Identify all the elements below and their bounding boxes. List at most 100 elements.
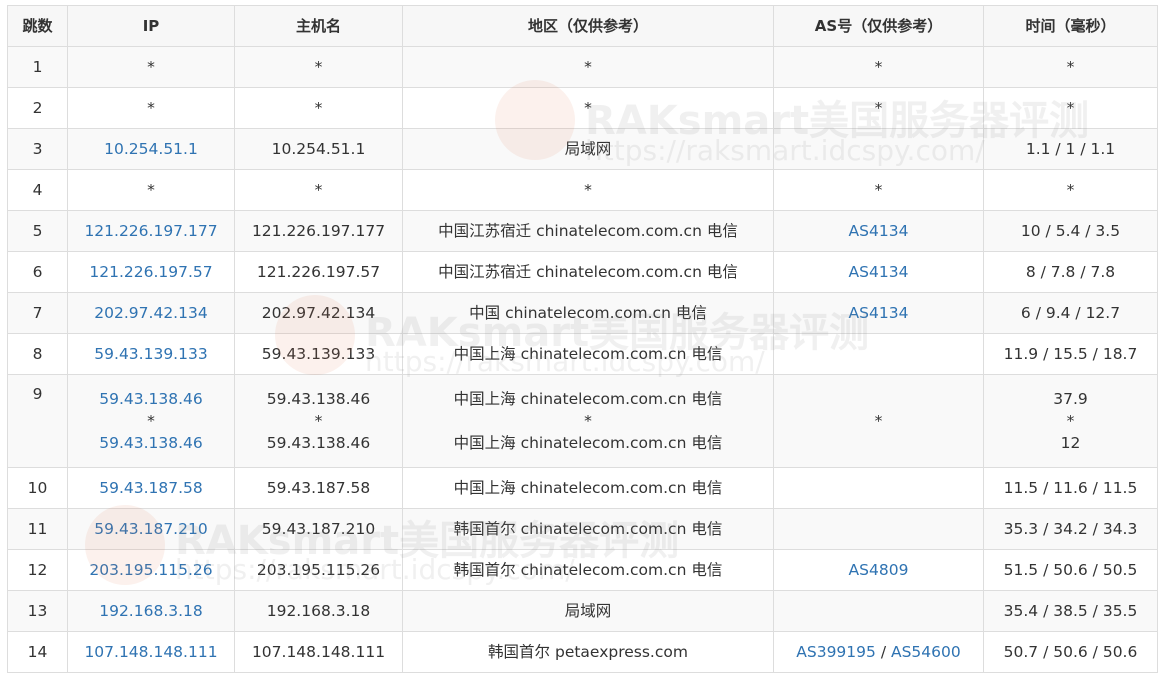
time-value: *: [1066, 99, 1075, 117]
table-row: 10 59.43.187.58 59.43.187.58 中国上海 chinatele…: [7, 467, 1158, 509]
time-value: 10 / 5.4 / 3.5: [1020, 222, 1121, 240]
time-cell: 11.9 / 15.5 / 18.7: [983, 333, 1158, 375]
ip-value-link[interactable]: 121.226.197.177: [72, 220, 230, 242]
host-value: 121.226.197.177: [251, 222, 386, 240]
ip-cell: 107.148.148.111: [67, 631, 235, 673]
hop-cell: 7: [7, 292, 68, 334]
as-separator: /: [875, 643, 891, 661]
ip-value-link[interactable]: 10.254.51.1: [72, 138, 230, 160]
hop-cell: 6: [7, 251, 68, 293]
as-cell: *: [773, 374, 984, 468]
as-cell: AS4134: [773, 210, 984, 252]
table-row: 3 10.254.51.1 10.254.51.1 局域网 1.1 / 1 / 1.1: [7, 128, 1158, 170]
column-header-as: AS号（仅供参考）: [773, 5, 984, 47]
region-cell: 中国上海 chinatelecom.com.cn 电信: [402, 333, 774, 375]
host-value: 59.43.138.46: [266, 434, 371, 452]
region-value: 韩国首尔 chinatelecom.com.cn 电信: [453, 520, 723, 538]
time-value: 11.5 / 11.6 / 11.5: [1003, 479, 1138, 497]
ip-cell: 121.226.197.57: [67, 251, 235, 293]
region-value: 中国上海 chinatelecom.com.cn 电信: [453, 479, 723, 497]
host-value: 59.43.187.210: [261, 520, 376, 538]
host-value: 59.43.139.133: [261, 345, 376, 363]
region-cell: 局域网: [402, 590, 774, 632]
time-value: 8 / 7.8 / 7.8: [1025, 263, 1116, 281]
region-value: 中国上海 chinatelecom.com.cn 电信: [453, 434, 723, 452]
time-cell: 6 / 9.4 / 12.7: [983, 292, 1158, 334]
ip-value-link[interactable]: 121.226.197.57: [72, 261, 230, 283]
as-cell: [773, 508, 984, 550]
region-value: *: [584, 412, 592, 430]
as-value: *: [874, 181, 883, 199]
ip-value-link[interactable]: 202.97.42.134: [72, 302, 230, 324]
ip-value: *: [147, 412, 155, 430]
ip-value-link[interactable]: 203.195.115.26: [72, 559, 230, 581]
as-number-link[interactable]: AS4134: [849, 222, 909, 240]
region-value: 中国上海 chinatelecom.com.cn 电信: [453, 345, 723, 363]
region-value: *: [584, 58, 592, 76]
time-cell: 35.3 / 34.2 / 34.3: [983, 508, 1158, 550]
table-row: 4 * * * * *: [7, 169, 1158, 211]
as-number-link[interactable]: AS4134: [849, 304, 909, 322]
ip-value-link[interactable]: 107.148.148.111: [72, 641, 230, 663]
time-value: 1.1 / 1 / 1.1: [1025, 140, 1116, 158]
region-cell: 中国上海 chinatelecom.com.cn 电信: [402, 467, 774, 509]
hop-cell: 2: [7, 87, 68, 129]
table-row: 12 203.195.115.26 203.195.115.26 韩国首尔 china…: [7, 549, 1158, 591]
as-cell: *: [773, 169, 984, 211]
as-cell: [773, 128, 984, 170]
hostname-cell: 59.43.139.133: [234, 333, 403, 375]
as-number-link[interactable]: AS54600: [891, 643, 961, 661]
hop-cell: 5: [7, 210, 68, 252]
ip-value-link[interactable]: 59.43.187.210: [72, 518, 230, 540]
time-cell: 8 / 7.8 / 7.8: [983, 251, 1158, 293]
ip-cell: 203.195.115.26: [67, 549, 235, 591]
time-cell: 37.9 * 12: [983, 374, 1158, 468]
as-number-link[interactable]: AS4809: [849, 561, 909, 579]
hop-cell: 4: [7, 169, 68, 211]
time-cell: 51.5 / 50.6 / 50.5: [983, 549, 1158, 591]
region-value: *: [584, 181, 592, 199]
hostname-cell: 59.43.187.210: [234, 508, 403, 550]
traceroute-table: 跳数 IP 主机名 地区（仅供参考） AS号（仅供参考） 时间（毫秒） 1 * * *…: [7, 5, 1158, 673]
hostname-cell: 59.43.187.58: [234, 467, 403, 509]
as-cell: *: [773, 87, 984, 129]
ip-cell: 59.43.139.133: [67, 333, 235, 375]
host-value: 121.226.197.57: [256, 263, 381, 281]
as-cell: *: [773, 46, 984, 88]
time-value: *: [1066, 412, 1075, 430]
as-value: *: [874, 58, 883, 76]
ip-value-link[interactable]: 59.43.187.58: [72, 477, 230, 499]
table-row: 7 202.97.42.134 202.97.42.134 中国 chinatelec…: [7, 292, 1158, 334]
hostname-cell: 203.195.115.26: [234, 549, 403, 591]
time-value: *: [1066, 58, 1075, 76]
region-cell: 韩国首尔 petaexpress.com: [402, 631, 774, 673]
host-value: *: [314, 181, 323, 199]
as-cell: AS4809: [773, 549, 984, 591]
table-row: 11 59.43.187.210 59.43.187.210 韩国首尔 chinate…: [7, 508, 1158, 550]
time-cell: 10 / 5.4 / 3.5: [983, 210, 1158, 252]
ip-value-link[interactable]: 59.43.138.46: [72, 388, 230, 410]
host-value: 107.148.148.111: [251, 643, 386, 661]
hostname-cell: 10.254.51.1: [234, 128, 403, 170]
host-value: 202.97.42.134: [261, 304, 376, 322]
ip-value-link[interactable]: 59.43.138.46: [72, 432, 230, 454]
region-cell: *: [402, 46, 774, 88]
region-value: 中国江苏宿迁 chinatelecom.com.cn 电信: [438, 263, 738, 281]
region-cell: *: [402, 87, 774, 129]
host-value: *: [314, 99, 323, 117]
region-cell: 中国 chinatelecom.com.cn 电信: [402, 292, 774, 334]
hostname-cell: 192.168.3.18: [234, 590, 403, 632]
region-cell: 韩国首尔 chinatelecom.com.cn 电信: [402, 549, 774, 591]
ip-value-link[interactable]: 192.168.3.18: [72, 600, 230, 622]
host-value: 59.43.138.46: [266, 390, 371, 408]
host-value: *: [314, 412, 323, 430]
table-row: 9 59.43.138.46 * 59.43.138.46 59.43.138.46 * 5…: [7, 374, 1158, 468]
region-value: 局域网: [564, 602, 612, 620]
time-value: 50.7 / 50.6 / 50.6: [1003, 643, 1138, 661]
as-number-link[interactable]: AS4134: [849, 263, 909, 281]
region-cell: 中国上海 chinatelecom.com.cn 电信 * 中国上海 chinate…: [402, 374, 774, 468]
time-cell: 50.7 / 50.6 / 50.6: [983, 631, 1158, 673]
as-number-link[interactable]: AS399195: [796, 643, 876, 661]
ip-cell: 59.43.187.210: [67, 508, 235, 550]
ip-value-link[interactable]: 59.43.139.133: [72, 343, 230, 365]
